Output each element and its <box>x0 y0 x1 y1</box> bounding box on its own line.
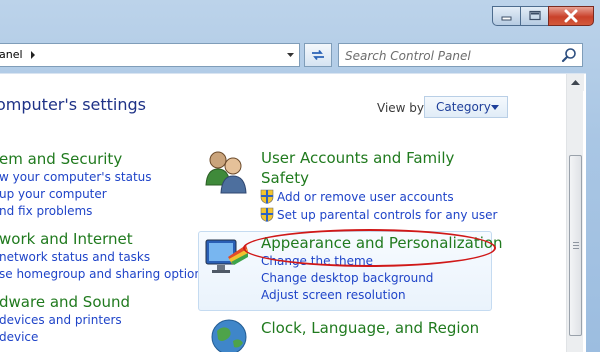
category-system-security[interactable]: em and Security <box>0 150 122 168</box>
uac-shield-icon <box>260 207 274 222</box>
minimize-button[interactable] <box>492 6 520 26</box>
chevron-down-icon <box>491 105 499 110</box>
search-input[interactable] <box>345 48 555 63</box>
maximize-icon <box>528 10 541 21</box>
link-homegroup[interactable]: se homegroup and sharing options <box>0 267 208 281</box>
highlight-ellipse-annotation <box>243 229 496 267</box>
close-icon <box>564 9 578 23</box>
search-icon[interactable] <box>561 47 577 63</box>
grip-line <box>573 248 579 249</box>
page-title: omputer's settings <box>0 95 146 114</box>
category-user-accounts[interactable]: User Accounts and Family <box>261 149 454 167</box>
user-accounts-icon <box>205 151 247 194</box>
category-user-accounts-line2[interactable]: Safety <box>261 169 309 187</box>
uac-shield-icon <box>260 189 274 204</box>
caption-buttons <box>492 6 594 26</box>
address-bar[interactable]: anel <box>0 43 300 67</box>
link-fix-problems[interactable]: nd fix problems <box>0 204 92 218</box>
breadcrumb-chevron-icon[interactable] <box>29 50 37 60</box>
search-box[interactable] <box>338 43 583 67</box>
address-dropdown-icon[interactable] <box>286 52 295 58</box>
category-clock-language[interactable]: Clock, Language, and Region <box>261 319 479 337</box>
category-network-internet[interactable]: work and Internet <box>0 230 133 248</box>
link-desktop-background[interactable]: Change desktop background <box>261 271 433 285</box>
refresh-icon <box>312 49 324 61</box>
close-button[interactable] <box>548 6 594 26</box>
grip-line <box>573 245 579 246</box>
refresh-button[interactable] <box>304 43 332 67</box>
scroll-up-button[interactable] <box>567 74 584 91</box>
scrollbar-thumb[interactable] <box>569 155 582 336</box>
breadcrumb-control-panel[interactable]: anel <box>0 48 23 61</box>
control-panel-content: omputer's settings View by: Category em … <box>0 73 586 352</box>
appearance-icon <box>205 239 248 273</box>
category-hardware-sound[interactable]: dware and Sound <box>0 293 130 311</box>
link-add-device[interactable]: device <box>0 330 38 344</box>
maximize-button[interactable] <box>520 6 548 26</box>
link-back-up[interactable]: up your computer <box>0 187 107 201</box>
view-by-value: Category <box>436 100 491 114</box>
link-screen-resolution[interactable]: Adjust screen resolution <box>261 288 406 302</box>
window-frame: anel omputer's settings View by: Categor… <box>0 0 600 352</box>
view-by-label: View by: <box>377 101 428 115</box>
grip-line <box>573 242 579 243</box>
link-devices-printers[interactable]: devices and printers <box>0 313 122 327</box>
link-review-status[interactable]: w your computer's status <box>0 170 152 184</box>
clock-globe-icon <box>211 319 247 352</box>
vertical-scrollbar[interactable] <box>566 74 584 352</box>
view-by-dropdown[interactable]: Category <box>424 96 508 118</box>
minimize-icon <box>501 16 511 21</box>
link-network-status[interactable]: network status and tasks <box>0 250 150 264</box>
link-parental-controls[interactable]: Set up parental controls for any user <box>277 208 497 222</box>
chevron-up-icon <box>571 80 580 85</box>
link-add-remove-accounts[interactable]: Add or remove user accounts <box>277 190 454 204</box>
